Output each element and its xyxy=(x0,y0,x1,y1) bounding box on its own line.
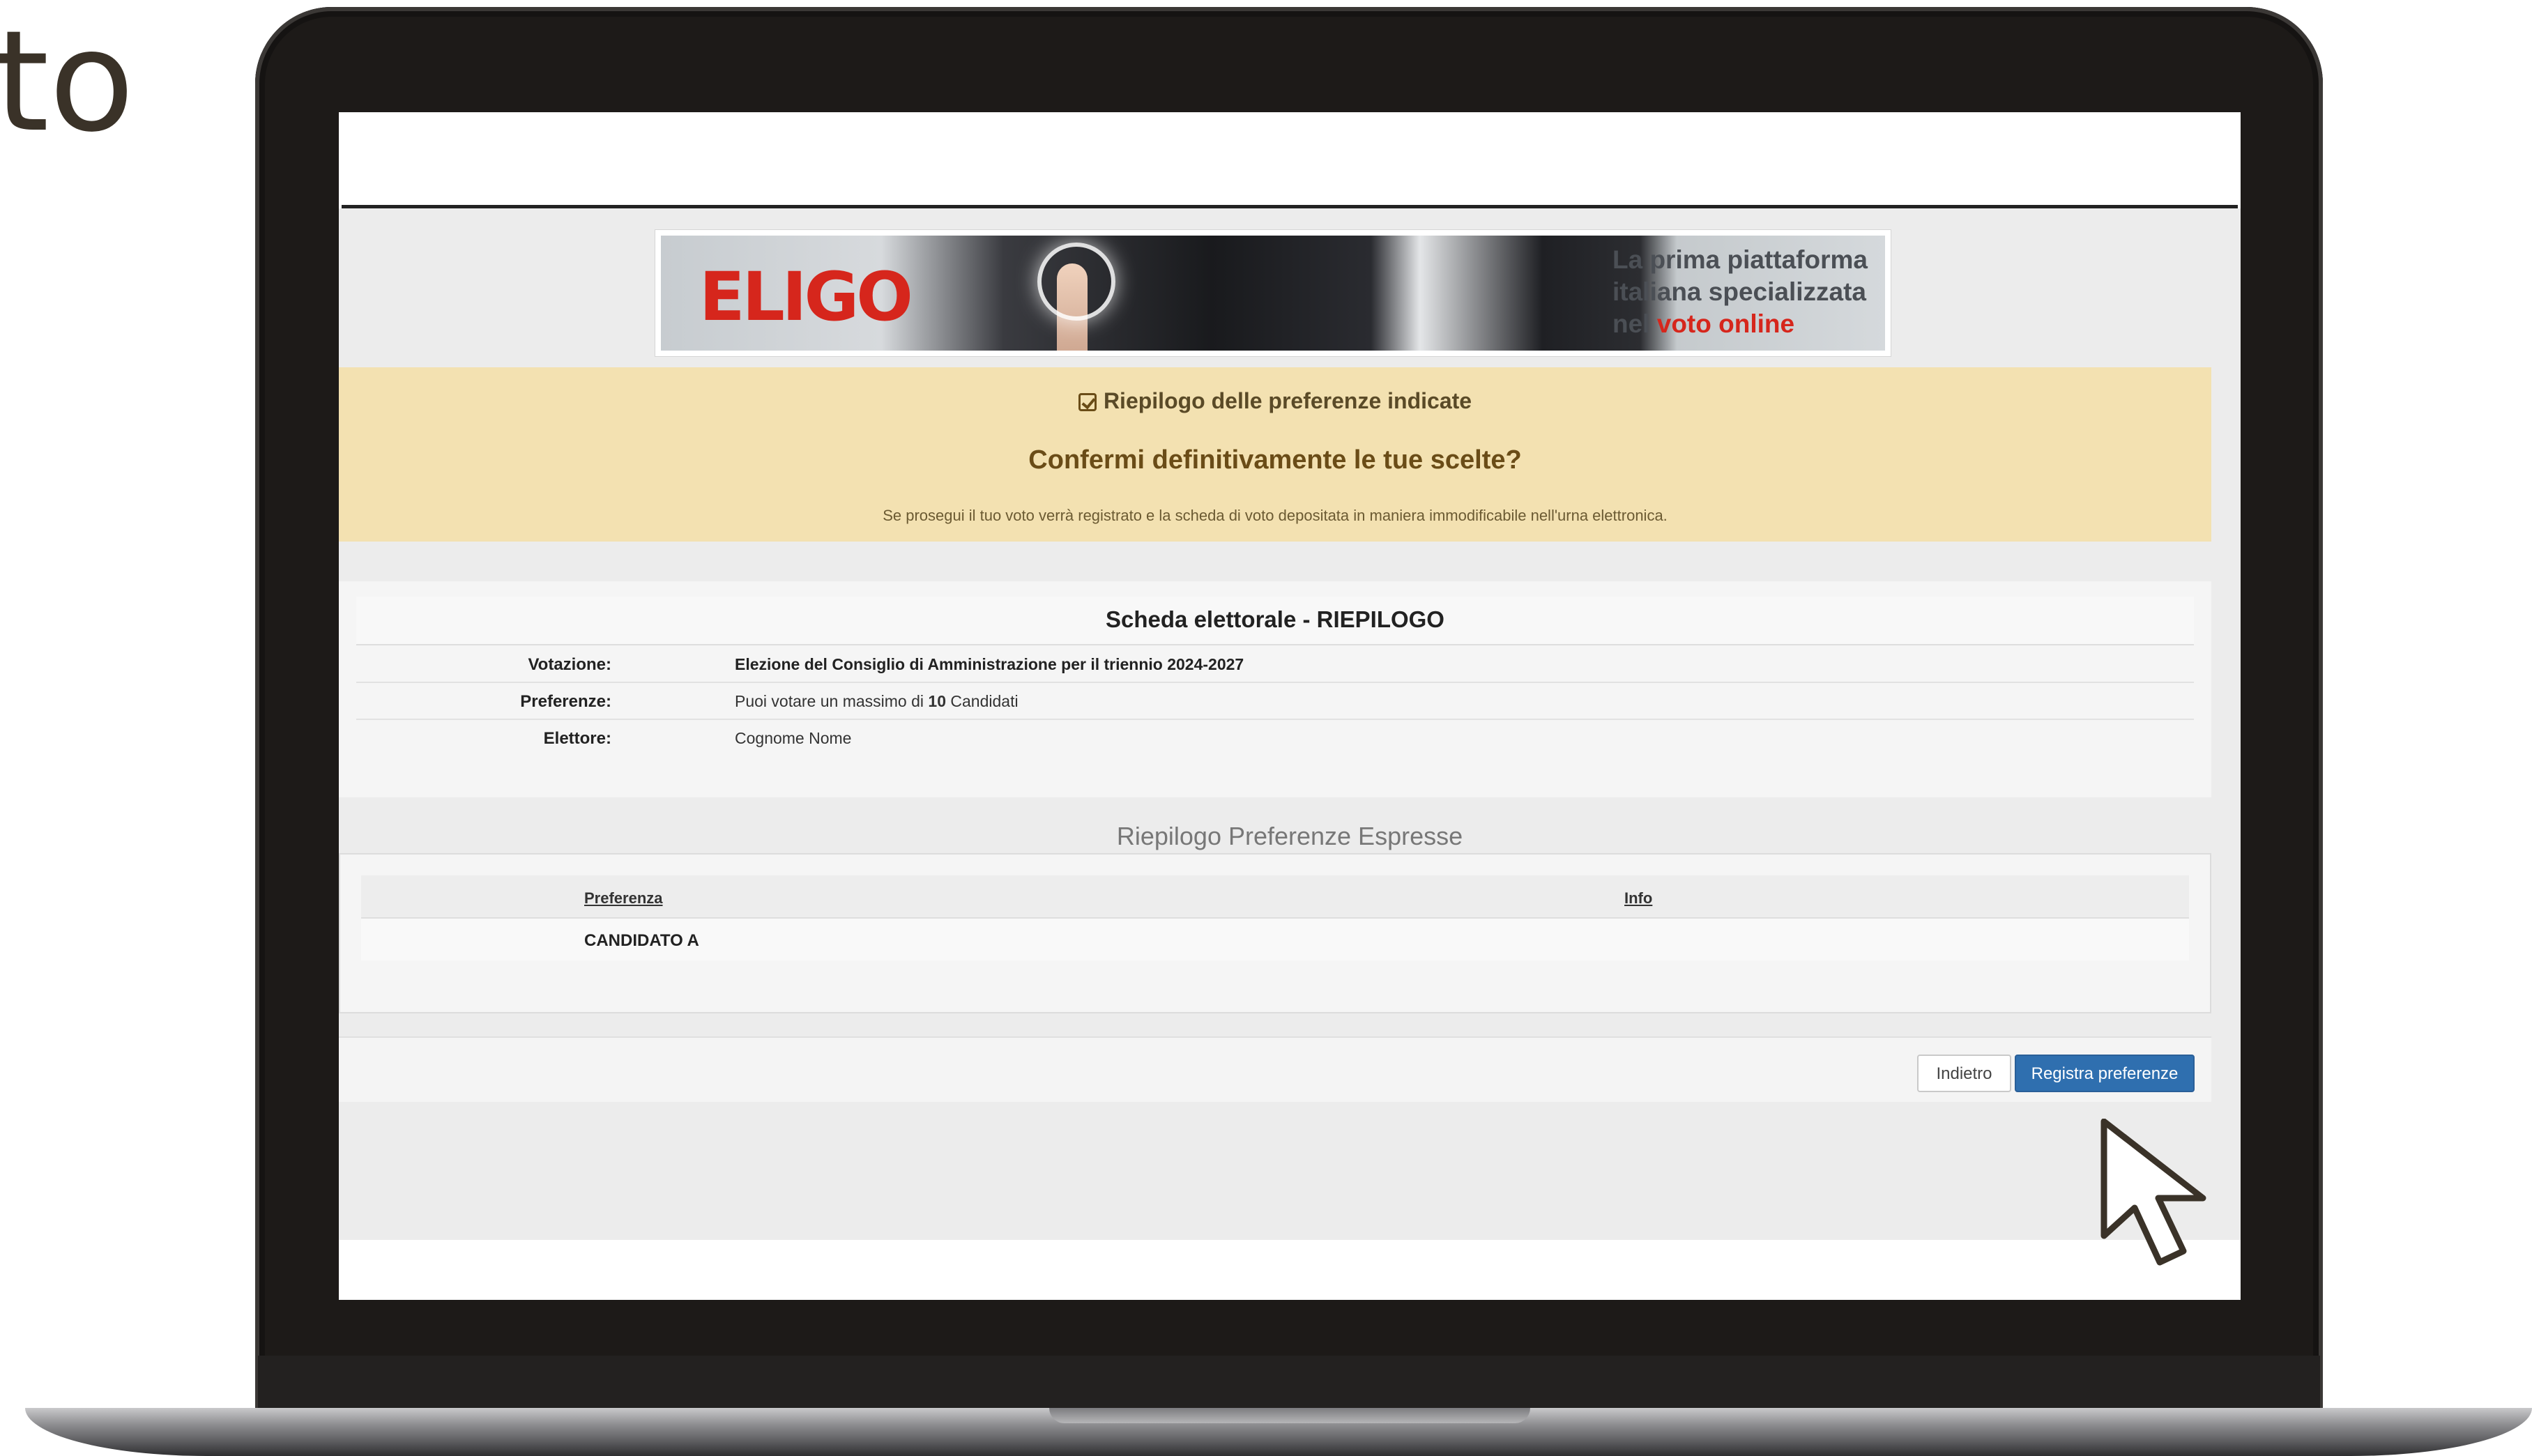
tagline-line-2: italiana specializzata xyxy=(1612,277,1867,306)
tagline-line-3: nel voto online xyxy=(1612,308,1885,340)
voting-page: ELIGO La prima piattaforma italiana spec… xyxy=(339,208,2241,1240)
notice-heading: Riepilogo delle preferenze indicate xyxy=(339,388,2211,414)
ballot-title: Scheda elettorale - RIEPILOGO xyxy=(1106,606,1444,632)
preferences-table: Preferenza Info CANDIDATO A xyxy=(339,853,2211,1013)
check-square-icon xyxy=(1078,393,1097,411)
elettore-value: Cognome Nome xyxy=(735,729,852,747)
preference-candidate: CANDIDATO A xyxy=(584,931,699,950)
ballot-title-row: Scheda elettorale - RIEPILOGO xyxy=(356,597,2194,645)
preferenze-prefix: Puoi votare un massimo di xyxy=(735,692,929,710)
confirmation-question: Confermi definitivamente le tue scelte? xyxy=(1028,445,1522,475)
ballot-row-preferenze: Preferenze: Puoi votare un massimo di 10… xyxy=(356,682,2194,720)
eligo-banner: ELIGO La prima piattaforma italiana spec… xyxy=(655,229,1891,357)
laptop-bezel-bottom xyxy=(258,1356,2320,1411)
votazione-label: Votazione: xyxy=(528,655,611,674)
column-header-preferenza[interactable]: Preferenza xyxy=(584,889,663,907)
eligo-logo: ELIGO xyxy=(699,258,913,336)
banner-tagline: La prima piattaforma italiana specializz… xyxy=(1612,244,1885,340)
mouse-cursor-icon xyxy=(2100,1119,2206,1266)
preferenze-label: Preferenze: xyxy=(520,692,611,711)
elettore-label: Elettore: xyxy=(543,729,611,748)
touch-ring-icon xyxy=(1037,243,1115,321)
form-actions-bar: Indietro Registra preferenze xyxy=(339,1036,2211,1102)
background-partial-word: to xyxy=(0,1,135,163)
tagline-highlight: voto online xyxy=(1656,309,1795,338)
banner-image: ELIGO La prima piattaforma italiana spec… xyxy=(661,236,1885,351)
back-button[interactable]: Indietro xyxy=(1917,1055,2011,1092)
preferences-table-header: Preferenza Info xyxy=(361,875,2189,919)
ballot-row-elettore: Elettore: Cognome Nome xyxy=(356,719,2194,756)
preferenze-count: 10 xyxy=(928,692,946,710)
tagline-line-1: La prima piattaforma xyxy=(1612,245,1868,274)
ballot-row-votazione: Votazione: Elezione del Consiglio di Amm… xyxy=(356,645,2194,683)
table-row: CANDIDATO A xyxy=(361,919,2189,960)
votazione-value: Elezione del Consiglio di Amministrazion… xyxy=(735,655,1244,673)
ballot-summary-card: Scheda elettorale - RIEPILOGO Votazione:… xyxy=(339,581,2211,797)
tagline-prefix: nel xyxy=(1612,309,1657,338)
laptop-notch xyxy=(1049,1408,1530,1423)
laptop-screen: ELIGO La prima piattaforma italiana spec… xyxy=(339,112,2241,1300)
confirmation-notice: Riepilogo delle preferenze indicate Conf… xyxy=(339,367,2211,542)
register-preferences-button[interactable]: Registra preferenze xyxy=(2015,1055,2195,1092)
column-header-info[interactable]: Info xyxy=(1624,889,1652,907)
preferenze-suffix: Candidati xyxy=(946,692,1019,710)
preferenze-value: Puoi votare un massimo di 10 Candidati xyxy=(735,692,1019,711)
confirmation-subtext: Se prosegui il tuo voto verrà registrato… xyxy=(883,507,1668,524)
browser-top-area xyxy=(339,112,2241,205)
notice-heading-text: Riepilogo delle preferenze indicate xyxy=(1103,388,1472,413)
preferences-section-title: Riepilogo Preferenze Espresse xyxy=(1116,822,1463,850)
